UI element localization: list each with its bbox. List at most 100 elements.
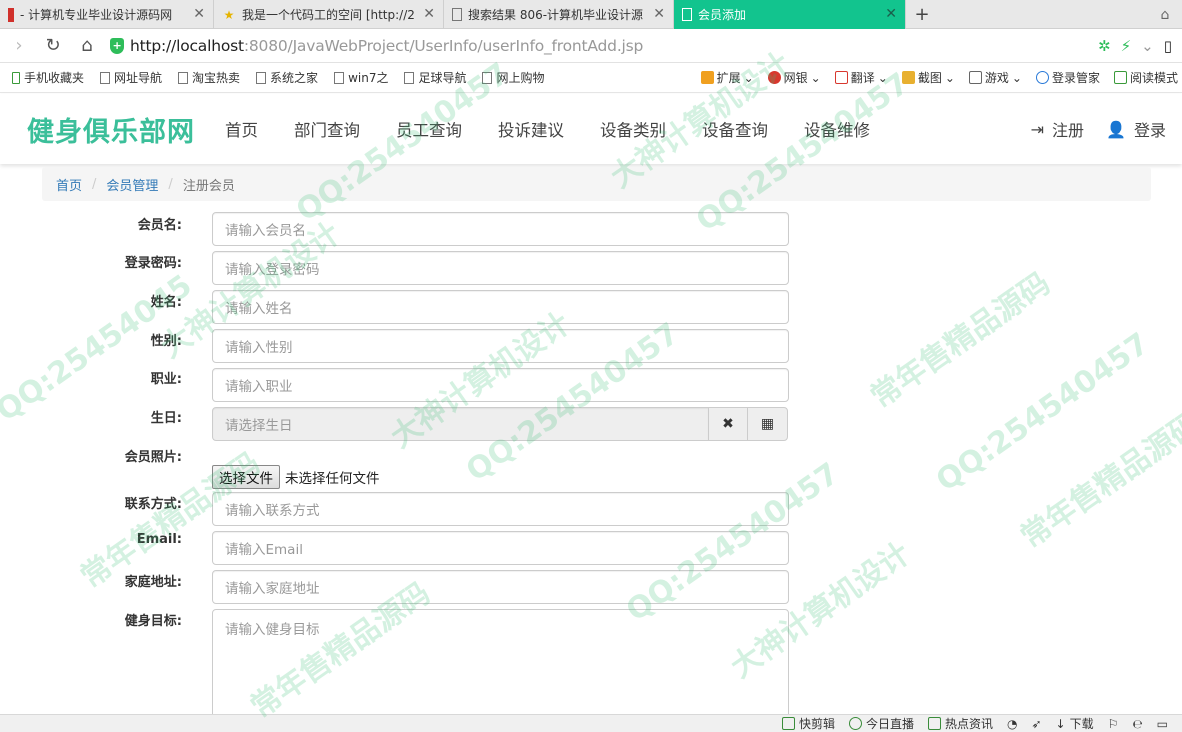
- tool-label: 截图: [917, 71, 942, 85]
- status-rocket[interactable]: ➶: [1031, 717, 1041, 731]
- status-live[interactable]: 今日直播: [848, 715, 914, 732]
- clear-date-button[interactable]: ✖: [708, 407, 748, 441]
- address-bar: › ↻ ⌂ + http://localhost :8080/JavaWebPr…: [0, 29, 1182, 63]
- status-news[interactable]: 热点资讯: [927, 715, 993, 732]
- status-speed[interactable]: ◔: [1007, 717, 1017, 731]
- document-icon: [178, 71, 189, 84]
- reload-icon[interactable]: ↻: [38, 31, 68, 61]
- calendar-icon: ▦: [760, 416, 775, 432]
- contact-input[interactable]: 请输入联系方式: [212, 492, 789, 526]
- url-path: :8080/JavaWebProject/UserInfo/userInfo_f…: [243, 36, 644, 55]
- breadcrumb-member-management[interactable]: 会员管理: [106, 175, 158, 194]
- document-icon: [482, 71, 493, 84]
- tool-extensions[interactable]: 扩展 ⌄: [700, 69, 754, 86]
- status-ie[interactable]: ℮: [1132, 717, 1142, 731]
- status-quick-clip[interactable]: 快剪辑: [781, 715, 835, 732]
- password-input[interactable]: 请输入登录密码: [212, 251, 789, 285]
- job-input[interactable]: 请输入职业: [212, 368, 789, 402]
- tool-reader-mode[interactable]: 阅读模式: [1113, 69, 1178, 86]
- forward-icon[interactable]: ›: [4, 31, 34, 61]
- tool-login-manager[interactable]: 登录管家: [1035, 69, 1100, 86]
- bookmark-label: 手机收藏夹: [24, 71, 85, 85]
- status-download[interactable]: ↓ 下载: [1056, 715, 1094, 732]
- tool-label: 游戏: [984, 71, 1009, 85]
- chevron-down-icon[interactable]: ⌄: [1141, 37, 1154, 55]
- new-tab-button[interactable]: +: [906, 0, 938, 29]
- email-input[interactable]: 请输入Email: [212, 531, 789, 565]
- name-label: 姓名:: [150, 295, 182, 310]
- close-tab-icon[interactable]: ✕: [423, 6, 435, 22]
- bookmark-label: 网上购物: [496, 71, 545, 85]
- tab-title: 会员添加: [698, 8, 747, 22]
- gender-label: 性别:: [150, 334, 182, 349]
- rocket-icon: ➶: [1031, 716, 1042, 731]
- main-menu: 首页 部门查询 员工查询 投诉建议 设备类别 设备查询 设备维修: [225, 117, 906, 141]
- login-link[interactable]: 👤 登录: [1106, 117, 1166, 141]
- site-brand[interactable]: 健身俱乐部网: [27, 110, 195, 149]
- close-tab-icon[interactable]: ✕: [653, 6, 665, 22]
- breadcrumb-home[interactable]: 首页: [56, 175, 82, 194]
- refresh-sync-icon[interactable]: ✲: [1098, 37, 1111, 55]
- breadcrumb-separator: /: [168, 176, 173, 192]
- tool-label: 翻译: [850, 71, 875, 85]
- menu-equipment-categories[interactable]: 设备类别: [600, 117, 666, 141]
- password-label: 登录密码:: [124, 256, 182, 271]
- security-shield-icon: +: [110, 37, 124, 54]
- birthday-input[interactable]: 请选择生日: [212, 407, 709, 441]
- photo-label: 会员照片:: [124, 450, 182, 465]
- browser-tab-active[interactable]: 会员添加 ✕: [674, 0, 906, 29]
- tab-title: 我是一个代码工的空间 [http://2: [242, 8, 415, 22]
- choose-file-button[interactable]: 选择文件: [212, 465, 280, 489]
- register-link[interactable]: ⇥ 注册: [1031, 117, 1084, 141]
- close-tab-icon[interactable]: ✕: [193, 6, 205, 22]
- bookmark-shopping[interactable]: 网上购物: [482, 69, 544, 86]
- gender-input[interactable]: 请输入性别: [212, 329, 789, 363]
- bookmark-win7[interactable]: win7之: [334, 69, 388, 86]
- bookmark-system[interactable]: 系统之家: [256, 69, 318, 86]
- username-input[interactable]: 请输入会员名: [212, 212, 789, 246]
- bookmark-taobao[interactable]: 淘宝热卖: [178, 69, 240, 86]
- document-icon: [682, 8, 692, 21]
- menu-employees[interactable]: 员工查询: [396, 117, 462, 141]
- tool-bank[interactable]: 网银 ⌄: [767, 69, 821, 86]
- site-navbar: 健身俱乐部网 首页 部门查询 员工查询 投诉建议 设备类别 设备查询 设备维修 …: [0, 94, 1182, 164]
- menu-equipment-repair[interactable]: 设备维修: [804, 117, 870, 141]
- sign-in-icon: ⇥: [1030, 119, 1045, 139]
- browser-engine-icon: ℮: [1132, 716, 1143, 731]
- username-label: 会员名:: [137, 218, 182, 233]
- status-window[interactable]: ▭: [1157, 717, 1168, 731]
- menu-departments[interactable]: 部门查询: [294, 117, 360, 141]
- bookmark-nav[interactable]: 网址导航: [100, 69, 162, 86]
- close-tab-icon[interactable]: ✕: [885, 6, 897, 22]
- bookmark-label: 足球导航: [418, 71, 467, 85]
- goal-textarea[interactable]: 请输入健身目标: [212, 609, 789, 719]
- menu-home[interactable]: 首页: [225, 117, 258, 141]
- bookmark-football[interactable]: 足球导航: [404, 69, 466, 86]
- calendar-button[interactable]: ▦: [747, 407, 788, 441]
- menu-equipment-search[interactable]: 设备查询: [702, 117, 768, 141]
- name-input[interactable]: 请输入姓名: [212, 290, 789, 324]
- file-status: 未选择任何文件: [285, 471, 380, 487]
- phone-icon[interactable]: ▯: [1164, 37, 1172, 55]
- user-icon: 👤: [1106, 119, 1126, 139]
- bookmark-mobile[interactable]: 手机收藏夹: [12, 69, 84, 86]
- home-icon[interactable]: ⌂: [72, 31, 102, 61]
- browser-tab-1[interactable]: - 计算机专业毕业设计源码网 ✕: [0, 0, 214, 29]
- tool-screenshot[interactable]: 截图 ⌄: [901, 69, 955, 86]
- shirt-icon[interactable]: ⌂: [1148, 0, 1182, 29]
- browser-tab-2[interactable]: ★ 我是一个代码工的空间 [http://2 ✕: [214, 0, 444, 29]
- register-label: 注册: [1052, 121, 1085, 140]
- address-input[interactable]: 请输入家庭地址: [212, 570, 789, 604]
- browser-tab-3[interactable]: 搜索结果 806-计算机毕业设计源 ✕: [444, 0, 674, 29]
- status-flag[interactable]: ⚐: [1108, 717, 1119, 731]
- url-field[interactable]: + http://localhost :8080/JavaWebProject/…: [110, 37, 643, 55]
- document-icon: [256, 71, 267, 84]
- document-icon: [100, 71, 111, 84]
- flag-icon: ⚐: [1107, 716, 1119, 731]
- lightning-icon[interactable]: ⚡: [1121, 37, 1132, 55]
- book-icon: [1113, 71, 1127, 84]
- tool-translate[interactable]: 翻译 ⌄: [834, 69, 888, 86]
- goal-label: 健身目标:: [124, 614, 182, 629]
- tool-games[interactable]: 游戏 ⌄: [968, 69, 1022, 86]
- menu-complaints[interactable]: 投诉建议: [498, 117, 564, 141]
